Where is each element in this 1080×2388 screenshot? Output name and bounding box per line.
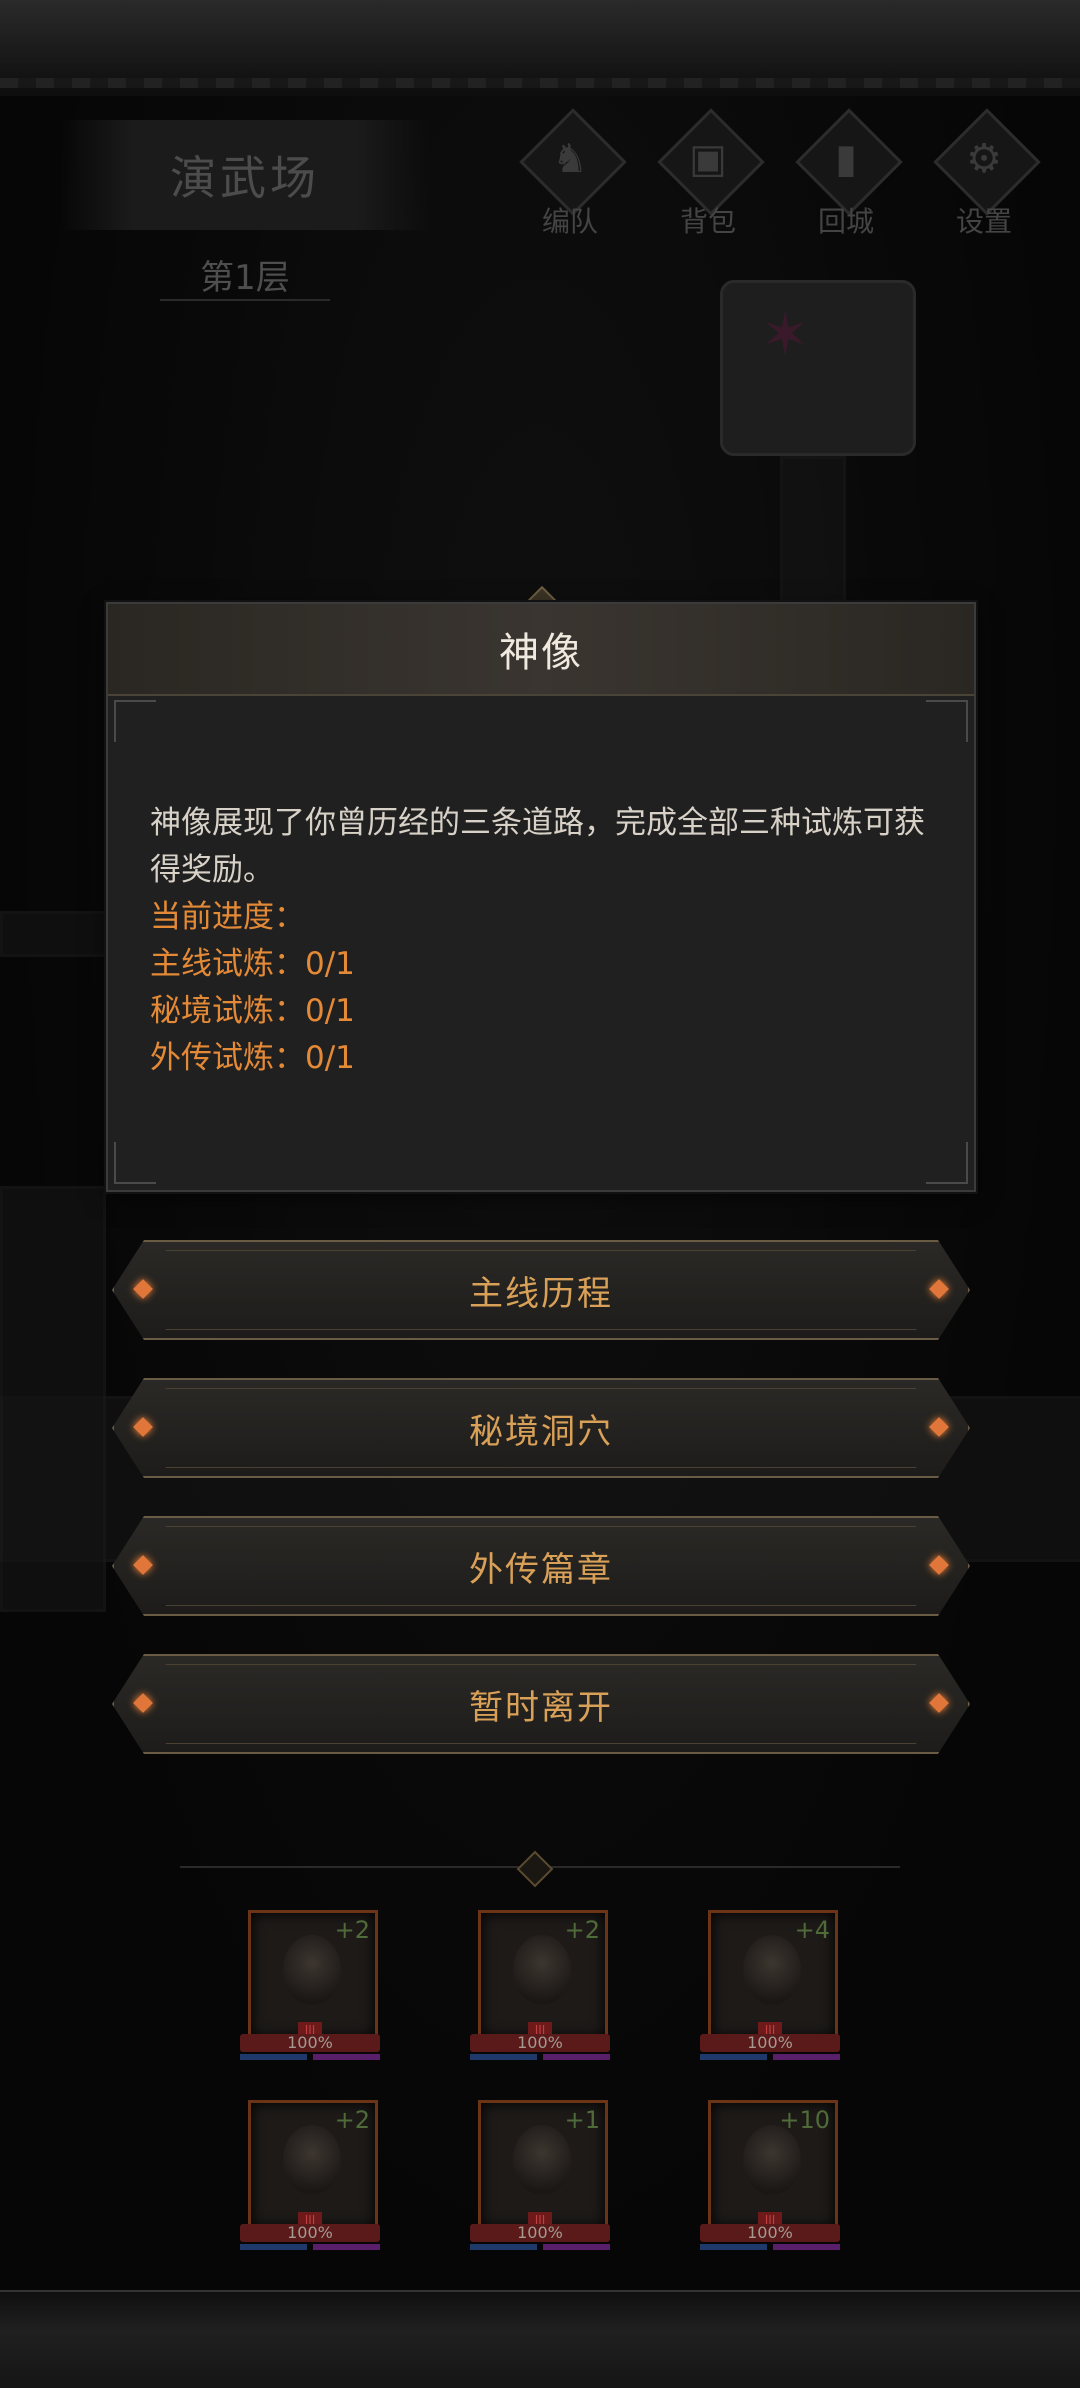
hero-mana-bar (240, 2244, 380, 2250)
corner-ornament (926, 700, 968, 742)
location-title: 演武场 (60, 120, 430, 230)
helmet-icon: ♞ (552, 136, 588, 182)
statue-altar (720, 280, 916, 456)
party-member-card[interactable]: +10 III 100% (700, 2100, 840, 2250)
nav-return-button[interactable]: ▮ 回城 (791, 108, 903, 238)
dialog-description: 神像展现了你曾历经的三条道路，完成全部三种试炼可获得奖励。 (150, 805, 925, 888)
nav-bag-button[interactable]: ▣ 背包 (653, 108, 765, 238)
hero-bonus: +2 (564, 1916, 600, 1944)
hero-bonus: +10 (779, 2106, 830, 2134)
hero-hp-bar: 100% (240, 2224, 380, 2242)
hero-bonus: +4 (794, 1916, 830, 1944)
nav-bag-label: 背包 (679, 205, 736, 238)
nav-settings-label: 设置 (955, 205, 1012, 238)
hero-mana-bar (700, 2244, 840, 2250)
progress-secret: 秘境试炼：0/1 (150, 993, 355, 1029)
hero-bonus: +2 (334, 1916, 370, 1944)
party-member-card[interactable]: +2 III 100% (470, 1910, 610, 2060)
door-icon: ▮ (834, 136, 857, 182)
hero-hp-bar: 100% (470, 2034, 610, 2052)
progress-label: 当前进度： (150, 899, 305, 935)
hero-mana-bar (240, 2054, 380, 2060)
corner-ornament (114, 700, 156, 742)
option-side-story-button[interactable]: 外传篇章 (112, 1516, 970, 1616)
nav-team-label: 编队 (541, 205, 598, 238)
nav-settings-button[interactable]: ⚙ 设置 (929, 108, 1041, 238)
progress-main: 主线试炼：0/1 (150, 946, 355, 982)
option-label: 暂时离开 (469, 1687, 613, 1728)
bottom-frame (0, 2290, 1080, 2388)
nav-team-button[interactable]: ♞ 编队 (515, 108, 627, 238)
hero-mana-bar (700, 2054, 840, 2060)
hero-bonus: +2 (334, 2106, 370, 2134)
party-member-card[interactable]: +2 III 100% (240, 1910, 380, 2060)
option-secret-cave-button[interactable]: 秘境洞穴 (112, 1378, 970, 1478)
corner-ornament (114, 1142, 156, 1184)
hero-hp-bar: 100% (700, 2224, 840, 2242)
hero-mana-bar (470, 2244, 610, 2250)
hero-hp-bar: 100% (240, 2034, 380, 2052)
corner-ornament (926, 1142, 968, 1184)
option-leave-button[interactable]: 暂时离开 (112, 1654, 970, 1754)
status-bar-frame (0, 0, 1080, 98)
backpack-icon: ▣ (689, 136, 727, 182)
nav-return-label: 回城 (817, 205, 874, 238)
statue-dialog: 神像 神像展现了你曾历经的三条道路，完成全部三种试炼可获得奖励。 当前进度： 主… (106, 602, 976, 1192)
party-member-card[interactable]: +2 III 100% (240, 2100, 380, 2250)
option-main-story-button[interactable]: 主线历程 (112, 1240, 970, 1340)
option-label: 外传篇章 (469, 1549, 613, 1590)
hero-hp-bar: 100% (700, 2034, 840, 2052)
progress-side: 外传试炼：0/1 (150, 1040, 355, 1076)
hero-mana-bar (470, 2054, 610, 2060)
option-label: 主线历程 (469, 1273, 613, 1314)
party-member-card[interactable]: +1 III 100% (470, 2100, 610, 2250)
hero-hp-bar: 100% (470, 2224, 610, 2242)
gear-icon: ⚙ (966, 136, 1002, 182)
party-member-card[interactable]: +4 III 100% (700, 1910, 840, 2060)
floor-label: 第1层 (160, 250, 330, 301)
option-label: 秘境洞穴 (469, 1411, 613, 1452)
statue-rune-icon: ✶ (760, 300, 811, 370)
dialog-title: 神像 (108, 604, 974, 696)
hero-bonus: +1 (564, 2106, 600, 2134)
dialog-body: 神像展现了你曾历经的三条道路，完成全部三种试炼可获得奖励。 当前进度： 主线试炼… (150, 800, 940, 1082)
top-nav: ♞ 编队 ▣ 背包 ▮ 回城 ⚙ 设置 (515, 108, 1070, 238)
